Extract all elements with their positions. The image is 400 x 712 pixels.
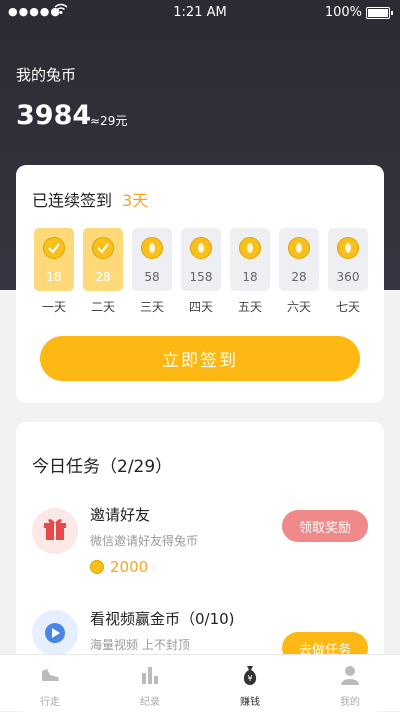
day-reward-amount: 18 (46, 270, 62, 284)
task-reward: 2000 (90, 558, 148, 576)
day-label: 六天 (286, 300, 311, 314)
tasks-header: 今日任务（2/29） (32, 457, 173, 477)
day-tile: 18 (34, 228, 74, 291)
coin-icon (239, 237, 261, 259)
gift-icon (32, 508, 78, 554)
bottom-tab-bar: 行走 纪录 ¥ 赚钱 我的 (0, 654, 400, 711)
day-label: 七天 (335, 300, 360, 314)
coin-balance-total: 3984 (16, 100, 92, 131)
day-label: 四天 (188, 300, 213, 314)
svg-text:¥: ¥ (247, 674, 252, 683)
day-reward-amount: 28 (95, 270, 111, 284)
day-tile: 28 (83, 228, 123, 291)
task-description: 微信邀请好友得兔币 (90, 534, 199, 548)
task-reward-amount: 2000 (110, 558, 149, 576)
task-title: 邀请好友 (90, 506, 151, 524)
battery-percent: 100% (324, 5, 362, 20)
streak-label: 已连续签到 (32, 191, 113, 210)
day-label: 一天 (41, 300, 66, 314)
day-label: 二天 (90, 300, 115, 314)
sign-in-card: 已连续签到 3天 立即签到 18 一天 28 二天 58 三天 158 四天 18 五天 28 六天 36… (16, 165, 384, 403)
tab-label: 赚钱 (240, 697, 260, 708)
streak-days: 3天 (122, 191, 149, 210)
day-tile: 28 (279, 228, 319, 291)
shoe-icon (38, 663, 62, 687)
battery-icon (366, 7, 393, 19)
coin-icon (337, 237, 359, 259)
day-reward-amount: 158 (189, 270, 213, 284)
check-icon (92, 237, 114, 259)
coin-balance-title: 我的兔币 (16, 66, 77, 84)
day-tile: 360 (328, 228, 368, 291)
day-label: 五天 (237, 300, 262, 314)
day-tile: 18 (230, 228, 270, 291)
day-label: 三天 (139, 300, 164, 314)
money-bag-icon: ¥ (238, 663, 262, 687)
tab-earn[interactable]: ¥ 赚钱 (200, 655, 300, 711)
sign-in-streak: 已连续签到 3天 (32, 187, 148, 211)
day-reward-amount: 18 (242, 270, 258, 284)
claim-reward-button[interactable]: 领取奖励 (282, 510, 368, 542)
user-icon (338, 663, 362, 687)
day-reward-amount: 360 (336, 270, 360, 284)
tab-profile[interactable]: 我的 (300, 655, 400, 711)
day-tile: 158 (181, 228, 221, 291)
coin-icon (288, 237, 310, 259)
task-title: 看视频赢金币（0/10) (90, 610, 235, 628)
coin-icon (190, 237, 212, 259)
tab-label: 纪录 (140, 697, 160, 708)
tab-walk[interactable]: 行走 (0, 655, 100, 711)
day-reward-amount: 58 (144, 270, 160, 284)
coin-icon (90, 560, 104, 574)
chart-icon (138, 663, 162, 687)
tab-label: 我的 (340, 697, 360, 708)
tab-records[interactable]: 纪录 (100, 655, 200, 711)
coin-balance-value: ≈29元 (90, 114, 128, 128)
tab-label: 行走 (40, 697, 60, 708)
sign-in-button[interactable]: 立即签到 (40, 336, 360, 381)
day-reward-amount: 28 (291, 270, 307, 284)
check-icon (43, 237, 65, 259)
task-description: 海量视频 上不封顶 (90, 638, 190, 652)
coin-icon (141, 237, 163, 259)
status-bar: ●●●●● 1:21 AM 100% (0, 0, 400, 24)
day-tile: 58 (132, 228, 172, 291)
play-icon (32, 610, 78, 656)
